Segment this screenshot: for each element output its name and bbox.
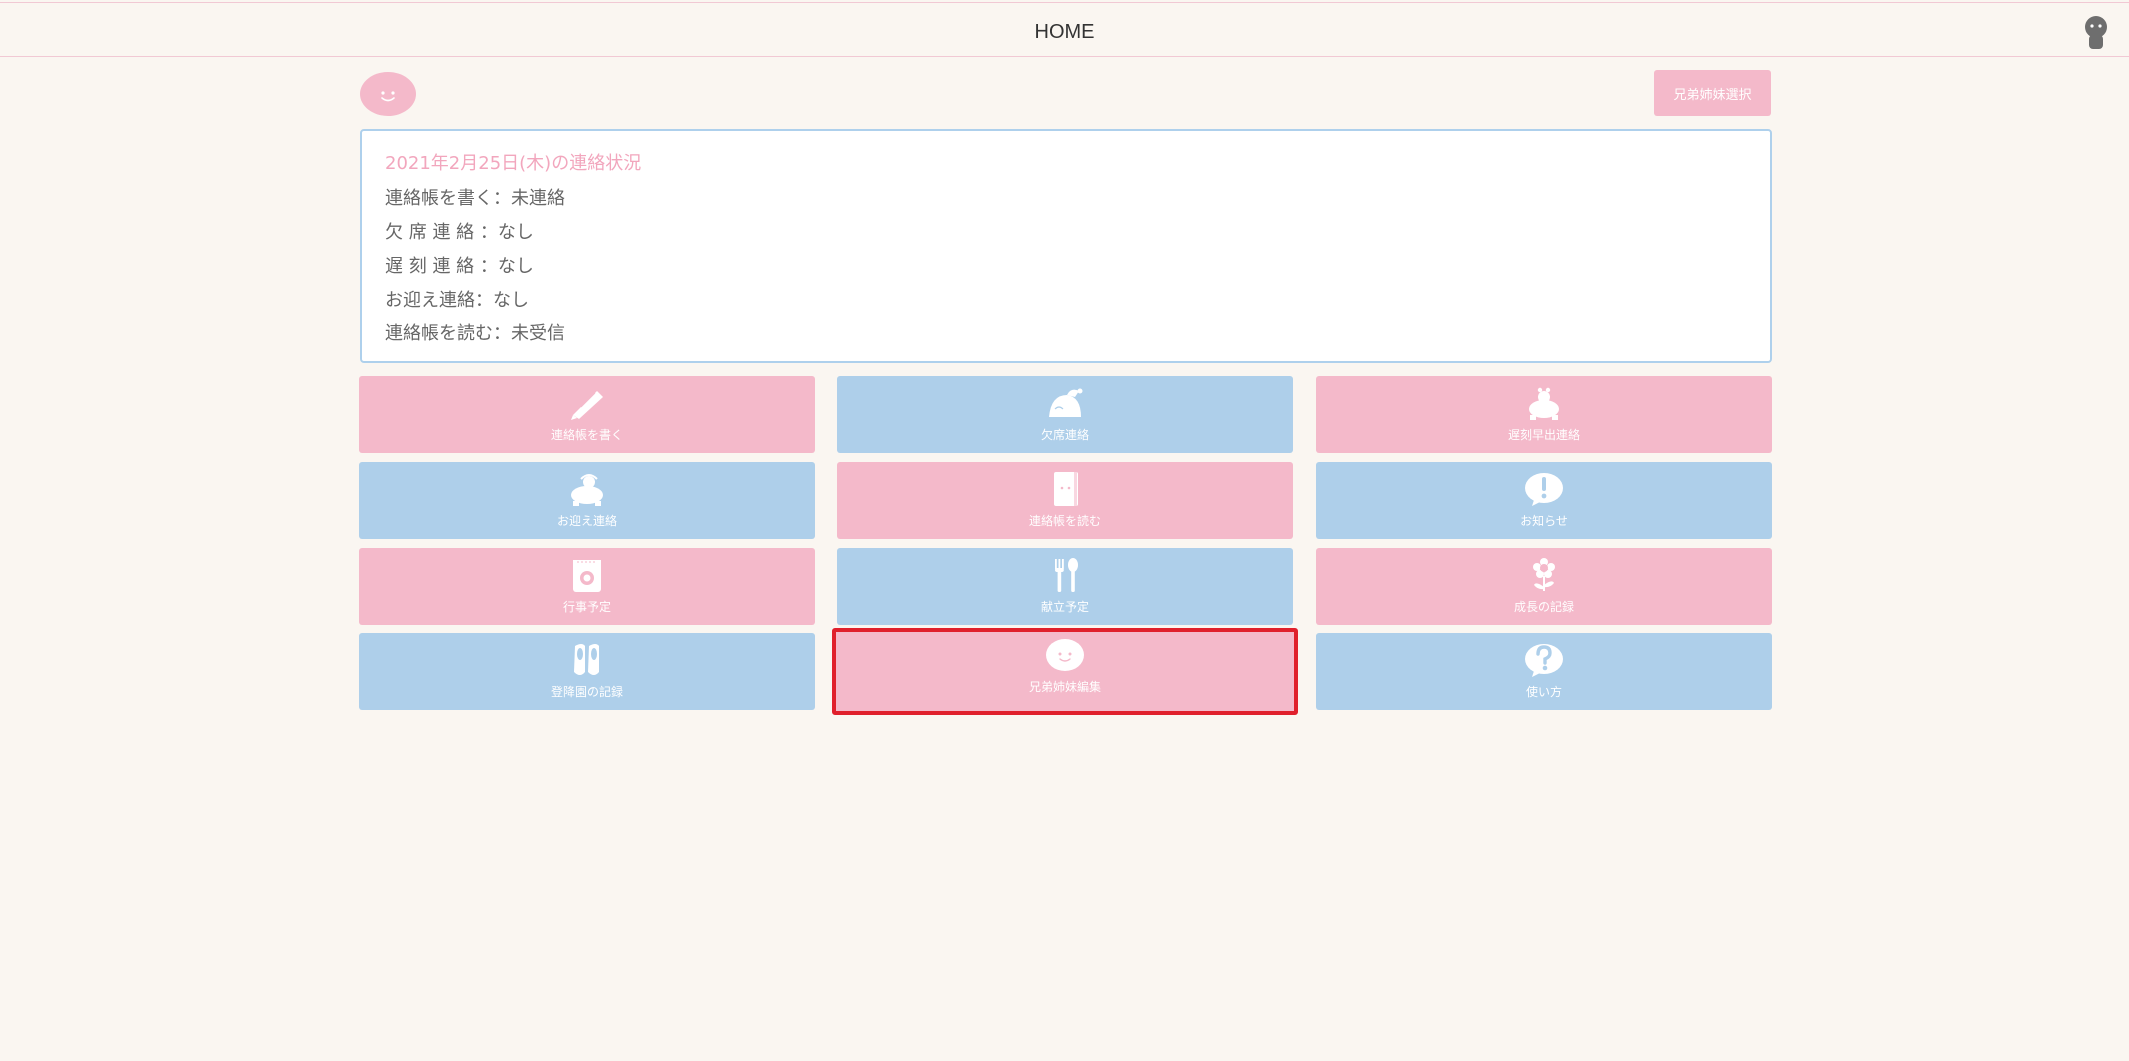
tile-label: 行事予定 bbox=[562, 600, 611, 614]
sleeping-turtle-icon bbox=[1049, 388, 1083, 417]
status-heading: 2021年2月25日(木)の連絡状況 bbox=[385, 153, 642, 174]
smiley-face-icon bbox=[1046, 639, 1084, 671]
status-line-late: 遅 刻 連 絡 ：なし bbox=[385, 256, 534, 277]
page-title: HOME bbox=[1034, 21, 1095, 43]
tile-label: 兄弟姉妹編集 bbox=[1028, 680, 1101, 694]
status-line-read: 連絡帳を読む：未受信 bbox=[385, 323, 565, 344]
tile-label: 献立予定 bbox=[1040, 600, 1089, 614]
shoes-icon bbox=[574, 644, 599, 675]
tile-events[interactable]: 行事予定 bbox=[359, 548, 815, 625]
tile-write-notebook[interactable]: 連絡帳を書く bbox=[359, 376, 815, 453]
user-profile-icon[interactable] bbox=[2081, 15, 2111, 49]
app-header: HOME bbox=[0, 2, 2129, 57]
tile-attendance-record[interactable]: 登降園の記録 bbox=[359, 633, 815, 710]
tile-growth-record[interactable]: 成長の記録 bbox=[1316, 548, 1772, 625]
tile-label: 成長の記録 bbox=[1513, 600, 1574, 614]
sibling-select-button[interactable]: 兄弟姉妹選択 bbox=[1654, 70, 1771, 116]
notebook-icon bbox=[1054, 472, 1078, 506]
status-line-absence: 欠 席 連 絡 ：なし bbox=[385, 222, 534, 243]
tile-label: 遅刻早出連絡 bbox=[1507, 428, 1580, 442]
tile-absence[interactable]: 欠席連絡 bbox=[837, 376, 1293, 453]
tile-label: 欠席連絡 bbox=[1040, 428, 1089, 442]
question-icon bbox=[1525, 644, 1563, 677]
tile-read-notebook[interactable]: 連絡帳を読む bbox=[837, 462, 1293, 539]
fork-spoon-icon bbox=[1055, 558, 1078, 592]
tile-label: 使い方 bbox=[1525, 685, 1562, 699]
tile-label: 連絡帳を読む bbox=[1028, 514, 1101, 528]
pencil-icon bbox=[571, 391, 603, 420]
tile-sibling-edit[interactable]: 兄弟姉妹編集 bbox=[832, 628, 1298, 715]
tile-how-to-use[interactable]: 使い方 bbox=[1316, 633, 1772, 710]
tile-pickup[interactable]: お迎え連絡 bbox=[359, 462, 815, 539]
status-line-write: 連絡帳を書く：未連絡 bbox=[385, 188, 565, 209]
child-avatar[interactable] bbox=[360, 72, 416, 116]
tile-label: お迎え連絡 bbox=[556, 514, 617, 528]
flower-icon bbox=[1533, 558, 1555, 591]
contact-status-card: 2021年2月25日(木)の連絡状況 連絡帳を書く：未連絡 欠 席 連 絡 ：な… bbox=[360, 129, 1772, 363]
turtle-icon bbox=[571, 474, 603, 506]
tile-label: 登降園の記録 bbox=[550, 685, 623, 699]
tile-notices[interactable]: お知らせ bbox=[1316, 462, 1772, 539]
tile-menu[interactable]: 献立予定 bbox=[837, 548, 1293, 625]
tile-label: お知らせ bbox=[1520, 514, 1568, 528]
smiley-face-icon bbox=[381, 91, 395, 102]
tile-label: 連絡帳を書く bbox=[550, 428, 623, 442]
exclamation-icon bbox=[1525, 473, 1563, 506]
calendar-icon bbox=[573, 560, 601, 592]
status-line-pickup: お迎え連絡：なし bbox=[385, 290, 529, 311]
turtle-icon bbox=[1529, 387, 1559, 420]
tile-late-early[interactable]: 遅刻早出連絡 bbox=[1316, 376, 1772, 453]
